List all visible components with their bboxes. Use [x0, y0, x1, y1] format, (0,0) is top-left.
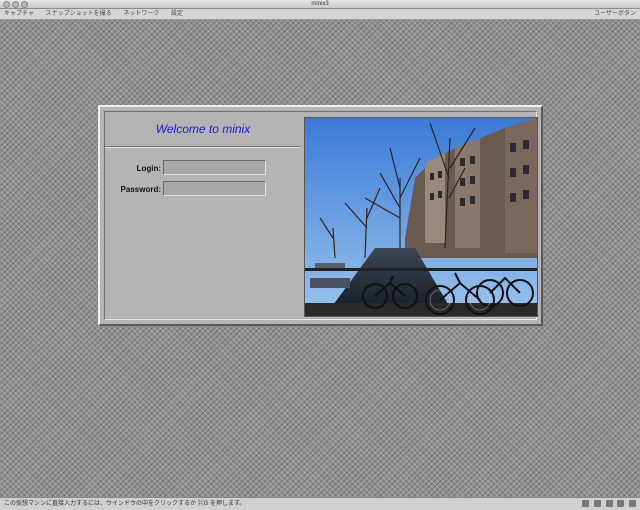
login-label: Login:: [136, 164, 161, 173]
password-label: Password:: [120, 185, 161, 194]
toolbar-item-settings[interactable]: 設定: [171, 11, 183, 17]
toolbar-item-network[interactable]: ネットワーク: [123, 11, 159, 17]
login-panel-inner: Welcome to minix Login: Password:: [104, 111, 538, 320]
amsterdam-canal-photo: [304, 117, 538, 317]
host-title-bar: minix3: [0, 0, 640, 9]
toolbar-item-snapshot[interactable]: スナップショットを撮る: [46, 11, 112, 17]
settings-icon[interactable]: [629, 499, 636, 507]
status-icons: [579, 498, 636, 510]
host-toolbar: キャプチャ スナップショットを撮る ネットワーク 設定 ユーザーボタン: [0, 9, 640, 20]
status-message: この仮想マシンに直接入力するには、ウインドウの中をクリックするか ⌘G を押しま…: [4, 501, 246, 507]
audio-icon[interactable]: [593, 499, 601, 507]
password-input[interactable]: [163, 181, 266, 196]
canal-scene-image: [305, 118, 537, 316]
window-title: minix3: [311, 1, 329, 7]
toolbar-user-button[interactable]: ユーザーボタン: [594, 9, 636, 19]
network-icon[interactable]: [605, 499, 613, 507]
host-status-bar: この仮想マシンに直接入力するには、ウインドウの中をクリックするか ⌘G を押しま…: [0, 497, 640, 510]
login-input[interactable]: [163, 160, 266, 175]
disk-icon[interactable]: [582, 499, 590, 507]
welcome-message: Welcome to minix: [155, 122, 251, 136]
greeting-divider: [105, 146, 301, 148]
toolbar-item-capture[interactable]: キャプチャ: [4, 11, 34, 17]
login-panel: Welcome to minix Login: Password:: [98, 105, 543, 326]
usb-icon[interactable]: [617, 499, 625, 507]
